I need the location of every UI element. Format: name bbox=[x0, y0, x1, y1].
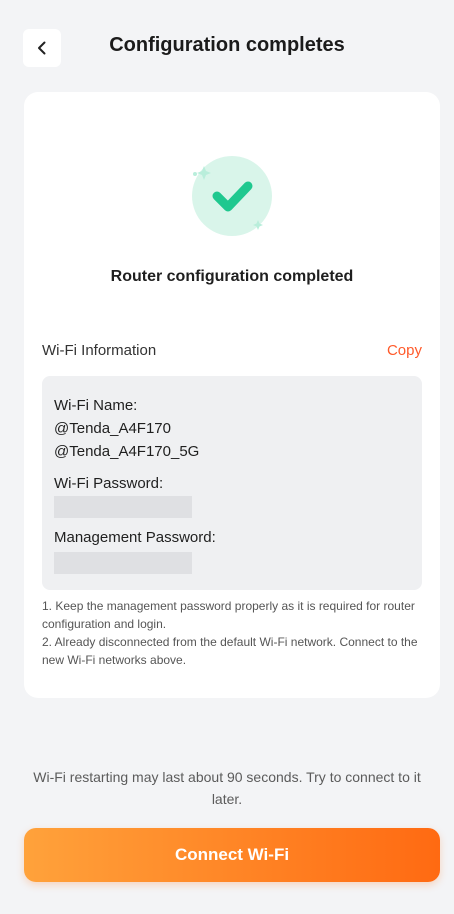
connect-wifi-button[interactable]: Connect Wi-Fi bbox=[24, 828, 440, 882]
management-password-label: Management Password: bbox=[54, 529, 216, 546]
restart-note: Wi-Fi restarting may last about 90 secon… bbox=[33, 769, 421, 807]
wifi-info-box: Wi-Fi Name: @Tenda_A4F170 @Tenda_A4F170_… bbox=[42, 376, 422, 590]
configuration-card: Router configuration completed Wi-Fi Inf… bbox=[24, 92, 440, 698]
header: Configuration completes bbox=[0, 0, 454, 92]
check-circle-icon bbox=[192, 156, 272, 236]
notes: 1. Keep the management password properly… bbox=[42, 597, 432, 669]
note-line: 2. Already disconnected from the default… bbox=[42, 635, 418, 667]
page-title: Configuration completes bbox=[109, 34, 345, 56]
wifi-name-label: Wi-Fi Name: bbox=[54, 397, 138, 414]
copy-link[interactable]: Copy bbox=[387, 342, 422, 359]
wifi-password-masked bbox=[54, 496, 192, 518]
wifi-password-label: Wi-Fi Password: bbox=[54, 475, 164, 492]
wifi-name-value: @Tenda_A4F170 bbox=[54, 420, 171, 437]
management-password-masked bbox=[54, 552, 192, 574]
note-line: 1. Keep the management password properly… bbox=[42, 599, 415, 631]
wifi-name-value: @Tenda_A4F170_5G bbox=[54, 443, 200, 460]
wifi-info-label: Wi-Fi Information bbox=[42, 342, 157, 359]
wifi-info-header: Wi-Fi Information Copy bbox=[42, 342, 422, 359]
success-title: Router configuration completed bbox=[110, 268, 354, 285]
